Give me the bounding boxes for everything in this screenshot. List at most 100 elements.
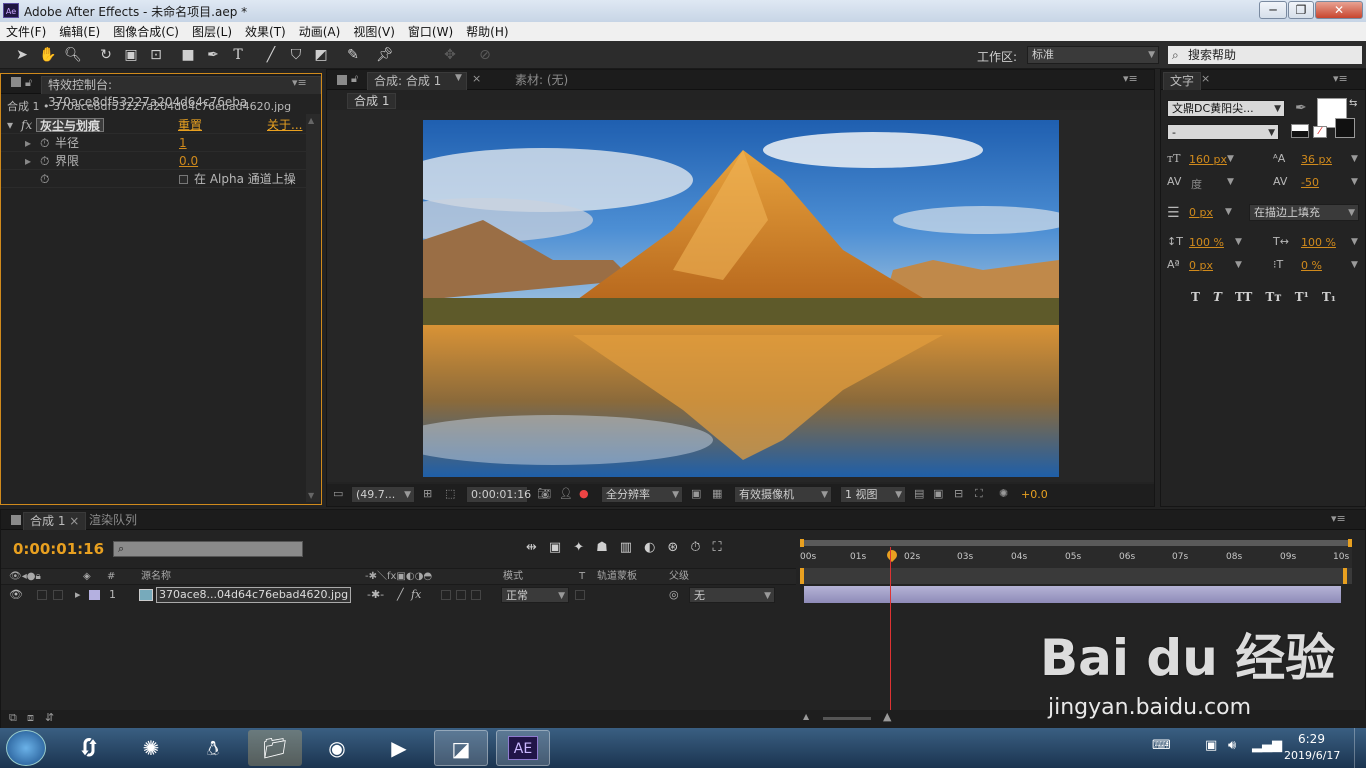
work-area-end-handle[interactable] xyxy=(1348,539,1352,547)
eyedropper-icon[interactable]: ✒ xyxy=(1295,100,1307,116)
expand-right-icon[interactable]: ▸ xyxy=(75,586,81,604)
playhead-line[interactable] xyxy=(890,547,891,710)
volume-icon[interactable]: 🔊︎ xyxy=(1228,738,1236,753)
baseline-shift-value[interactable]: 0 px xyxy=(1189,259,1213,272)
font-family-dropdown[interactable]: 文鼎DC黄阳尖... ▼ xyxy=(1167,100,1285,117)
brainstorm-icon[interactable]: ⊛ xyxy=(667,540,678,555)
faux-italic-button[interactable]: T xyxy=(1213,290,1222,304)
panel-menu-icon[interactable]: ▾≡ xyxy=(1333,72,1348,85)
navigator-end-handle[interactable] xyxy=(1343,568,1347,584)
swap-colors-icon[interactable]: ⇆ xyxy=(1349,98,1357,109)
menu-help[interactable]: 帮助(H) xyxy=(466,23,508,40)
work-area-bar[interactable] xyxy=(800,540,1352,546)
hand-tool-icon[interactable]: ✋ xyxy=(38,45,58,65)
tab-close-icon[interactable]: × xyxy=(69,514,79,528)
lock-icon[interactable]: 🔓︎ xyxy=(351,72,358,86)
timeline-icon[interactable]: ⊟ xyxy=(954,487,963,500)
maximize-button[interactable]: ❐ xyxy=(1288,1,1314,19)
exposure-icon[interactable]: ✺ xyxy=(999,487,1008,500)
toggle-in-out-icon[interactable]: ⇵ xyxy=(45,711,54,724)
font-style-dropdown[interactable]: - ▼ xyxy=(1167,124,1279,140)
timeline-search-input[interactable]: ⌕ xyxy=(113,541,303,557)
col-parent[interactable]: 父级 xyxy=(669,569,689,585)
show-snapshot-icon[interactable]: 👤︎ xyxy=(559,487,573,500)
col-mode[interactable]: 模式 xyxy=(503,569,523,585)
panel-close-box-icon[interactable] xyxy=(11,515,21,525)
chevron-down-icon[interactable]: ▼ xyxy=(1351,260,1358,270)
grid-icon[interactable]: ⊞ xyxy=(423,487,432,500)
motion-blur-icon[interactable]: ◐ xyxy=(644,540,655,555)
frame-blending-icon[interactable]: ▥ xyxy=(620,540,632,555)
lock-toggle[interactable] xyxy=(53,590,63,600)
frame-blend-switch[interactable] xyxy=(441,590,451,600)
type-tool-icon[interactable]: T xyxy=(228,45,248,65)
panel-close-box-icon[interactable] xyxy=(337,75,347,85)
stopwatch-icon[interactable]: ⏱︎ xyxy=(40,152,49,170)
panel-menu-icon[interactable]: ▾≡ xyxy=(1331,512,1346,525)
channel-icon[interactable]: ● xyxy=(579,487,589,500)
navigator-start-handle[interactable] xyxy=(800,568,804,584)
adjustment-switch[interactable] xyxy=(471,590,481,600)
tab-composition[interactable]: 合成: 合成 1 xyxy=(367,72,467,90)
show-desktop-button[interactable] xyxy=(1354,728,1366,768)
eraser-tool-icon[interactable]: ◩ xyxy=(311,45,331,65)
fast-preview-icon[interactable]: ▣ xyxy=(933,487,943,500)
tray-device-icon[interactable]: ▣ xyxy=(1205,738,1217,753)
parent-dropdown[interactable]: 无 ▼ xyxy=(689,587,775,603)
rectangle-tool-icon[interactable]: ■ xyxy=(178,45,198,65)
threshold-value[interactable]: 0.0 xyxy=(179,152,198,170)
tab-close-icon[interactable]: × xyxy=(472,72,481,85)
minimize-button[interactable]: ─ xyxy=(1259,1,1287,19)
radius-value[interactable]: 1 xyxy=(179,134,187,152)
toggle-modes-icon[interactable]: ⧈ xyxy=(27,711,34,725)
snapshot-icon[interactable]: 📷︎ xyxy=(537,487,551,500)
tab-close-icon[interactable]: × xyxy=(1201,72,1210,85)
quality-switch-icon[interactable]: ╱ xyxy=(397,586,404,604)
faux-bold-button[interactable]: T xyxy=(1191,290,1200,304)
taskbar-360-icon[interactable]: 🔄︎ xyxy=(62,730,116,766)
taskbar-window-preview-icon[interactable]: ◪ xyxy=(434,730,488,766)
stroke-width-value[interactable]: 0 px xyxy=(1189,206,1213,219)
tab-footage[interactable]: 素材: (无) xyxy=(509,72,574,90)
menu-view[interactable]: 视图(V) xyxy=(353,23,395,40)
pen-tool-icon[interactable]: ✒ xyxy=(203,45,223,65)
panel-menu-icon[interactable]: ▾≡ xyxy=(1123,72,1138,85)
taskbar-video-app-icon[interactable]: ▶ xyxy=(372,730,426,766)
vertical-scale-value[interactable]: 100 % xyxy=(1189,236,1224,249)
chevron-down-icon[interactable]: ▼ xyxy=(1351,237,1358,247)
tsume-value[interactable]: 0 % xyxy=(1301,259,1322,272)
tab-effect-controls[interactable]: 特效控制台: 370ace8df53227a204d64c76eba xyxy=(41,76,321,109)
exposure-value[interactable]: +0.0 xyxy=(1021,488,1048,501)
horizontal-scale-value[interactable]: 100 % xyxy=(1301,236,1336,249)
no-color-icon[interactable]: ⁄ xyxy=(1313,126,1327,138)
taskbar-qq-icon[interactable]: 🐧︎ xyxy=(186,730,240,766)
comp-sub-tab[interactable]: 合成 1 xyxy=(347,93,397,109)
col-trkmat[interactable]: 轨道蒙板 xyxy=(597,569,637,585)
kerning-value[interactable]: 度 xyxy=(1191,176,1202,192)
network-icon[interactable]: ▂▄▆ xyxy=(1252,738,1282,753)
motion-blur-switch[interactable] xyxy=(456,590,466,600)
default-colors-icon[interactable] xyxy=(1291,124,1309,138)
layer-row[interactable]: 👁︎ ▸ 1 370ace8...04d64c76ebad4620.jpg -✱… xyxy=(1,586,796,604)
timeline-timecode[interactable]: 0:00:01:16 xyxy=(13,540,104,558)
label-color-swatch[interactable] xyxy=(89,590,100,600)
flowchart-icon[interactable]: ⛶ xyxy=(975,487,983,501)
panel-close-box-icon[interactable] xyxy=(11,77,21,87)
always-preview-icon[interactable]: ▭ xyxy=(333,487,343,500)
mask-icon[interactable]: ⬚ xyxy=(445,487,455,500)
time-ruler[interactable]: 00s 01s 02s 03s 04s 05s 06s 07s 08s 09s … xyxy=(800,539,1352,570)
menu-layer[interactable]: 图层(L) xyxy=(192,23,232,40)
search-help-input[interactable]: ⌕ 搜索帮助 xyxy=(1168,46,1362,64)
menu-effect[interactable]: 效果(T) xyxy=(245,23,286,40)
zoom-out-icon[interactable]: ▲ xyxy=(803,712,809,721)
stroke-color-swatch[interactable] xyxy=(1335,118,1355,138)
chevron-down-icon[interactable]: ▼ xyxy=(1351,177,1358,187)
roto-brush-tool-icon[interactable]: ✎ xyxy=(343,45,363,65)
tab-character[interactable]: 文字 xyxy=(1163,72,1202,90)
rotate-tool-icon[interactable]: ↻ xyxy=(96,45,116,65)
graph-editor-icon[interactable]: ⛶ xyxy=(712,540,721,555)
clock-time[interactable]: 6:29 xyxy=(1298,732,1325,746)
superscript-button[interactable]: T¹ xyxy=(1295,290,1309,304)
toggle-switches-icon[interactable]: ⧉ xyxy=(9,711,17,725)
live-update-icon[interactable]: ▣ xyxy=(549,540,561,555)
